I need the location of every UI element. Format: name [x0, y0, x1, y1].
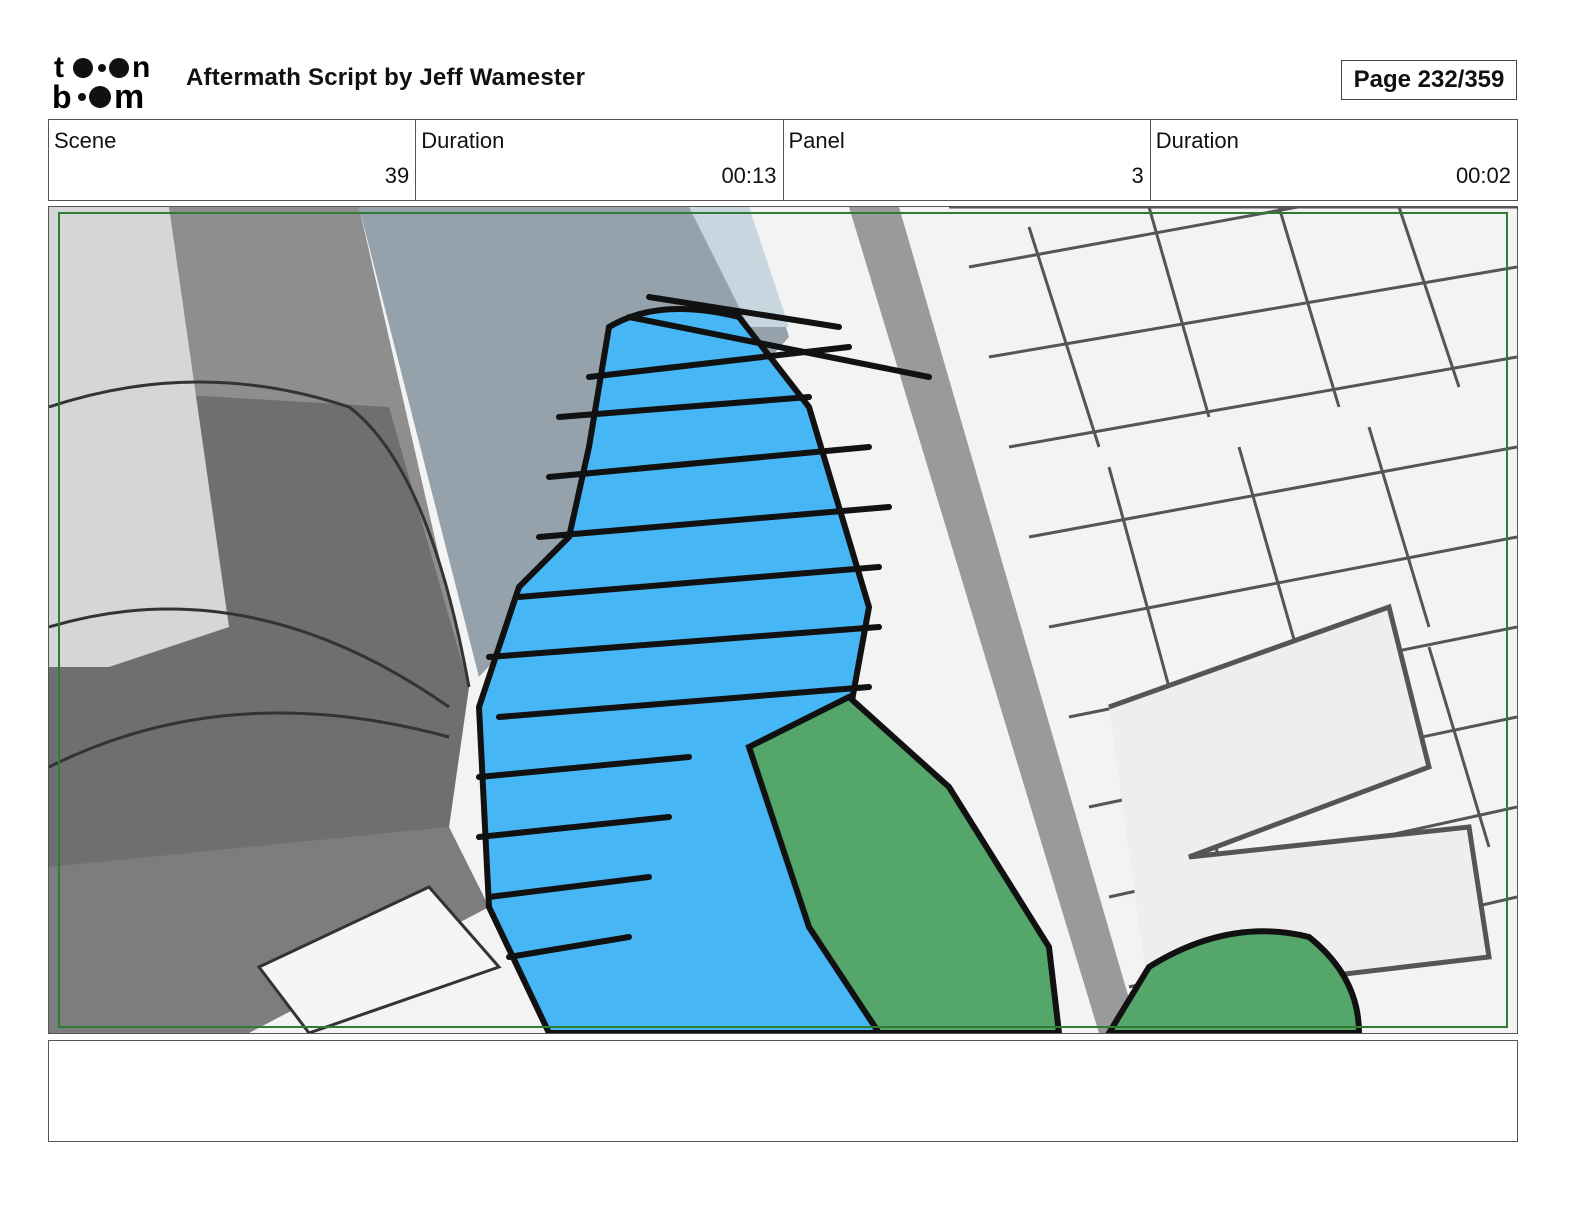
scene-duration-cell: Duration 00:13	[416, 120, 784, 200]
scene-label: Scene	[54, 128, 117, 153]
toon-boom-logo: t n b m	[52, 51, 150, 112]
svg-text:m: m	[114, 78, 144, 112]
panel-duration-cell: Duration 00:02	[1151, 120, 1517, 200]
scene-duration-label: Duration	[421, 128, 505, 153]
panel-cell: Panel 3	[784, 120, 1151, 200]
storyboard-panel	[48, 206, 1518, 1034]
panel-duration-label: Duration	[1155, 128, 1239, 153]
panel-label: Panel	[788, 128, 845, 153]
svg-text:b: b	[52, 79, 72, 112]
scene-value: 39	[384, 163, 410, 188]
panel-value: 3	[1131, 163, 1144, 188]
panel-drawing	[49, 207, 1517, 1033]
panel-duration-value: 00:02	[1455, 163, 1511, 188]
storyboard-title: Aftermath Script by Jeff Wamester	[186, 64, 586, 91]
scene-duration-value: 00:13	[721, 163, 777, 188]
scene-info-bar: Scene 39 Duration 00:13 Panel 3 Duration…	[48, 119, 1518, 201]
scene-cell: Scene 39	[49, 120, 417, 200]
panel-notes-box	[48, 1040, 1518, 1142]
page-number: Page 232/359	[1341, 60, 1517, 100]
